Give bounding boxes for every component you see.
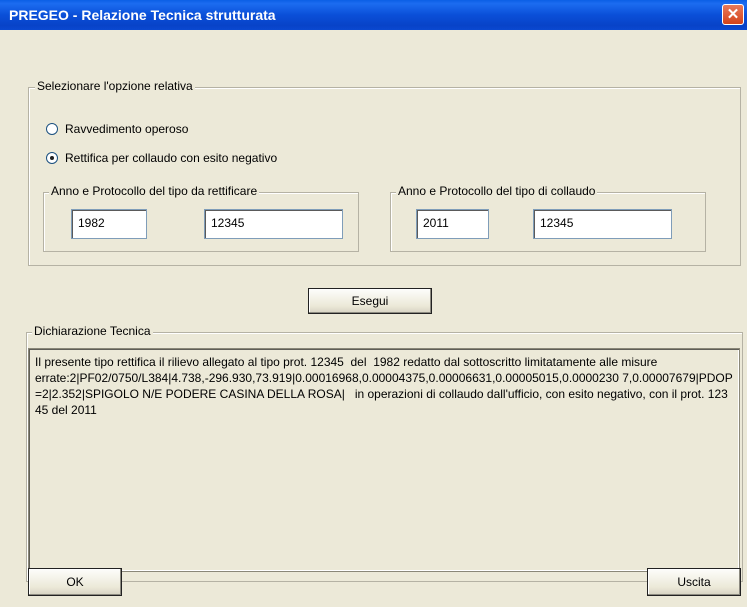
uscita-button[interactable]: Uscita [647, 568, 741, 596]
rettificare-legend: Anno e Protocollo del tipo da rettificar… [49, 184, 260, 198]
ok-button[interactable]: OK [28, 568, 122, 596]
dichiarazione-legend: Dichiarazione Tecnica [32, 324, 153, 338]
close-button[interactable]: ✕ [722, 4, 744, 25]
window-title: PREGEO - Relazione Tecnica strutturata [9, 7, 276, 23]
radio-ravvedimento[interactable] [46, 123, 58, 135]
protocollo-rettificare-input[interactable]: 12345 [204, 209, 343, 239]
anno-collaudo-input[interactable]: 2011 [416, 209, 489, 239]
esegui-button[interactable]: Esegui [308, 288, 432, 314]
title-bar: PREGEO - Relazione Tecnica strutturata ✕ [0, 0, 747, 30]
protocollo-collaudo-input[interactable]: 12345 [533, 209, 672, 239]
collaudo-legend: Anno e Protocollo del tipo di collaudo [396, 184, 598, 198]
radio-rettifica-label[interactable]: Rettifica per collaudo con esito negativ… [65, 151, 277, 165]
anno-rettificare-input[interactable]: 1982 [71, 209, 147, 239]
radio-rettifica[interactable] [46, 152, 58, 164]
dichiarazione-textarea[interactable]: Il presente tipo rettifica il rilievo al… [28, 348, 740, 572]
options-legend: Selezionare l'opzione relativa [35, 79, 195, 93]
radio-ravvedimento-label[interactable]: Ravvedimento operoso [65, 122, 188, 136]
